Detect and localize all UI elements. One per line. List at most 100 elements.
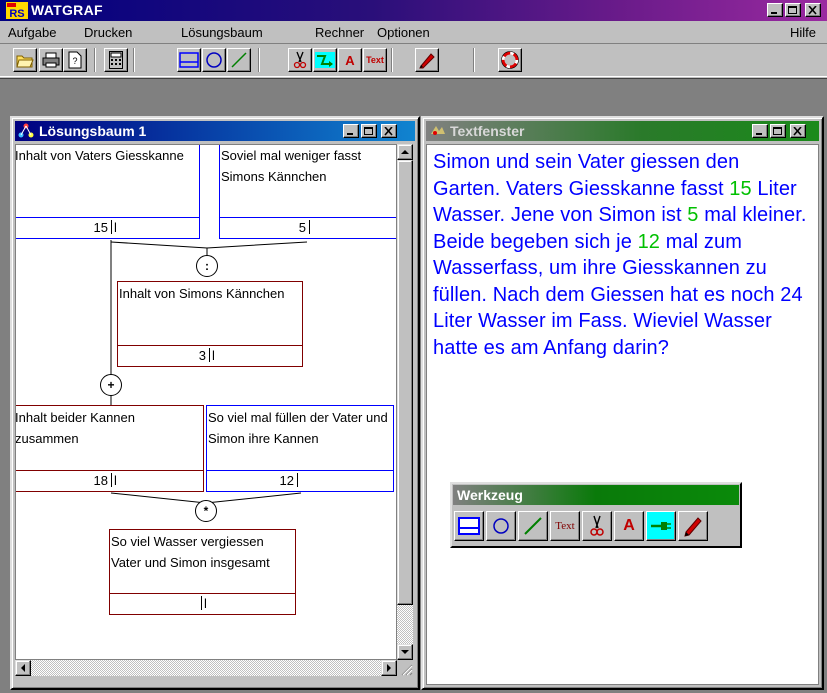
tree-horizontal-scrollbar[interactable] xyxy=(15,660,397,676)
textfenster-title: Textfenster xyxy=(450,123,525,139)
close-icon[interactable] xyxy=(381,124,397,138)
tree-box-unit-divider xyxy=(111,473,112,487)
loesungsbaum-window: Lösungsbaum 1 Inhalt von Vaters Giesskan… xyxy=(10,116,420,690)
app-logo-icon: RS xyxy=(6,2,28,19)
werkzeug-title: Werkzeug xyxy=(457,487,523,503)
menu-rechner[interactable]: Rechner xyxy=(315,25,364,40)
loesungsbaum-title: Lösungsbaum 1 xyxy=(39,123,147,139)
toolbar-separator xyxy=(473,48,475,72)
tree-box-label: Inhalt von Vaters Giesskanne xyxy=(15,148,184,163)
menu-drucken[interactable]: Drucken xyxy=(84,25,132,40)
tree-box-value-row: 18 l xyxy=(16,470,203,491)
tree-box-unit-divider xyxy=(111,220,112,234)
toolbar-separator xyxy=(258,48,260,72)
page-icon[interactable]: ? xyxy=(63,48,87,72)
open-folder-icon[interactable] xyxy=(13,48,37,72)
scroll-right-icon[interactable] xyxy=(381,660,397,676)
scissors-icon[interactable] xyxy=(582,511,612,541)
connector-icon[interactable] xyxy=(646,511,676,541)
svg-text:RS: RS xyxy=(9,8,24,19)
problem-text[interactable]: Simon und sein Vater giessen den Garten.… xyxy=(426,144,819,685)
menu-optionen[interactable]: Optionen xyxy=(377,25,430,40)
tree-box-label: So viel mal füllen der Vater und Simon i… xyxy=(208,410,388,446)
scroll-left-icon[interactable] xyxy=(15,660,31,676)
text-number-highlight: 5 xyxy=(687,204,699,226)
werkzeug-palette: Werkzeug Text A xyxy=(450,482,742,548)
scroll-down-icon[interactable] xyxy=(397,644,413,660)
tree-scroll-thumb[interactable] xyxy=(397,160,413,605)
toolbar-separator xyxy=(391,48,393,72)
tree-box-value-row: 12 xyxy=(207,470,393,491)
pencil-icon[interactable] xyxy=(415,48,439,72)
tree-box-unit-divider xyxy=(209,348,210,362)
tree-box-ergebnis[interactable]: So viel Wasser vergiessen Vater und Simo… xyxy=(109,529,296,615)
tree-box-unit-divider xyxy=(201,596,202,610)
operator-divide[interactable]: : xyxy=(196,255,218,277)
maximize-icon[interactable] xyxy=(770,124,786,138)
minimize-icon[interactable] xyxy=(767,3,783,17)
font-icon[interactable]: A xyxy=(338,48,362,72)
close-icon[interactable] xyxy=(790,124,806,138)
menubar: Aufgabe Drucken Lösungsbaum Rechner Opti… xyxy=(0,22,827,43)
tree-box-value-row: 3 l xyxy=(118,345,302,366)
box-tool-icon[interactable] xyxy=(177,48,201,72)
text-segment: Simon und sein Vater giessen den Garten.… xyxy=(433,151,740,200)
menu-aufgabe[interactable]: Aufgabe xyxy=(8,25,56,40)
maximize-icon[interactable] xyxy=(785,3,801,17)
text-window-icon xyxy=(431,126,445,135)
scissors-icon[interactable] xyxy=(288,48,312,72)
tree-canvas[interactable]: Inhalt von Vaters Giesskanne 15 l Soviel… xyxy=(15,144,397,660)
tree-box-unit: l xyxy=(212,348,215,363)
maximize-icon[interactable] xyxy=(361,124,377,138)
tree-vertical-scrollbar[interactable] xyxy=(397,144,413,660)
font-icon[interactable]: A xyxy=(614,511,644,541)
tree-box-unit-divider xyxy=(309,220,310,234)
tree-icon xyxy=(18,123,34,138)
tree-box-vater-kanne[interactable]: Inhalt von Vaters Giesskanne 15 l xyxy=(15,145,200,239)
loesungsbaum-titlebar: Lösungsbaum 1 xyxy=(15,121,415,141)
tree-box-unit: l xyxy=(114,473,117,488)
werkzeug-titlebar[interactable]: Werkzeug xyxy=(453,485,739,505)
text-tool-icon[interactable]: Text xyxy=(363,48,387,72)
tree-box-value: 5 xyxy=(298,220,306,235)
toolbar: ? A Text xyxy=(0,43,827,77)
tree-box-unit: l xyxy=(204,596,207,611)
menu-loesungsbaum[interactable]: Lösungsbaum xyxy=(181,25,263,40)
line-tool-icon[interactable] xyxy=(227,48,251,72)
tree-box-label: Inhalt beider Kannen zusammen xyxy=(15,410,135,446)
toolbar-separator xyxy=(133,48,135,72)
circle-tool-icon[interactable] xyxy=(486,511,516,541)
tree-box-value-row: 15 l xyxy=(16,217,199,238)
operator-multiply[interactable]: * xyxy=(195,500,217,522)
pencil-icon[interactable] xyxy=(678,511,708,541)
tree-box-simon-faktor[interactable]: Soviel mal weniger fasst Simons Kännchen… xyxy=(219,145,396,239)
circle-tool-icon[interactable] xyxy=(202,48,226,72)
tree-box-simon-kaennchen[interactable]: Inhalt von Simons Kännchen 3 l xyxy=(117,281,303,367)
menu-hilfe[interactable]: Hilfe xyxy=(790,25,816,40)
tree-box-value: 3 xyxy=(198,348,206,363)
lifebuoy-icon[interactable] xyxy=(498,48,522,72)
tree-box-unit-divider xyxy=(297,473,298,487)
tree-box-value: 18 xyxy=(93,473,108,488)
tree-box-label: Inhalt von Simons Kännchen xyxy=(119,286,285,301)
tree-box-fuellen[interactable]: So viel mal füllen der Vater und Simon i… xyxy=(206,405,394,492)
tree-box-beide-kannen[interactable]: Inhalt beider Kannen zusammen 18 l xyxy=(15,405,204,492)
scroll-up-icon[interactable] xyxy=(397,144,413,160)
box-tool-icon[interactable] xyxy=(454,511,484,541)
minimize-icon[interactable] xyxy=(343,124,359,138)
printer-icon[interactable] xyxy=(39,48,63,72)
app-title: WATGRAF xyxy=(31,2,103,18)
line-tool-icon[interactable] xyxy=(518,511,548,541)
tree-box-value-row: 5 xyxy=(220,217,396,238)
size-grip[interactable] xyxy=(397,660,413,676)
svg-text:?: ? xyxy=(72,56,77,66)
operator-plus[interactable]: + xyxy=(100,374,122,396)
connector-icon[interactable] xyxy=(313,48,337,72)
close-icon[interactable] xyxy=(805,3,821,17)
minimize-icon[interactable] xyxy=(752,124,768,138)
app-window-controls xyxy=(767,3,821,17)
tree-box-value: 12 xyxy=(279,473,294,488)
text-tool-icon[interactable]: Text xyxy=(550,511,580,541)
calculator-icon[interactable] xyxy=(104,48,128,72)
toolbar-separator xyxy=(94,48,96,72)
